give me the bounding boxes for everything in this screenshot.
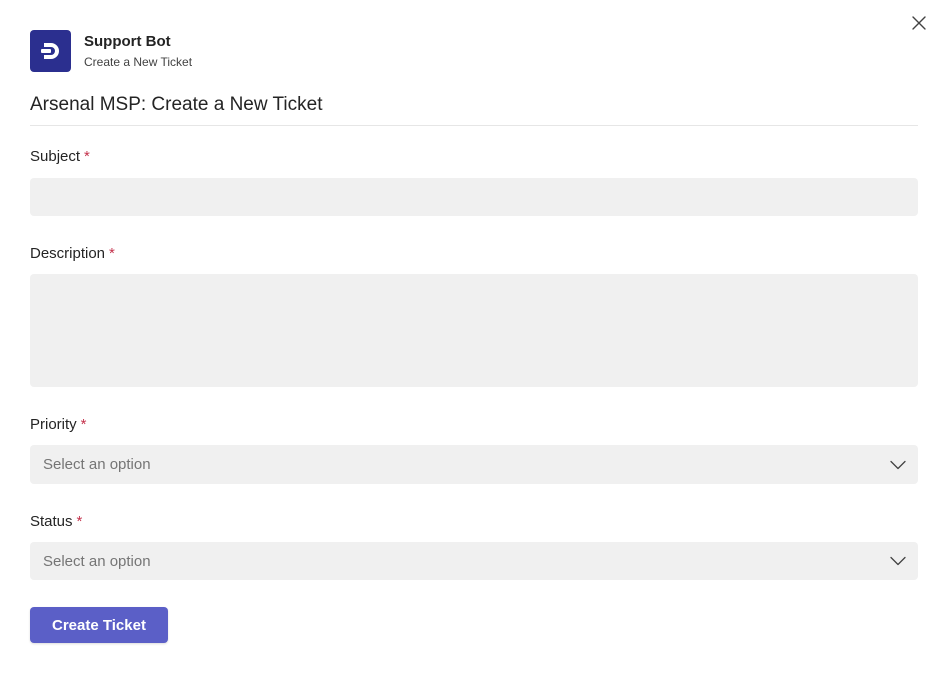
status-label: Status * (30, 512, 82, 532)
app-meta: Support Bot Create a New Ticket (84, 32, 192, 71)
priority-label: Priority * (30, 415, 87, 435)
close-button[interactable] (908, 12, 930, 34)
status-label-text: Status (30, 513, 73, 530)
required-marker: * (76, 513, 83, 530)
app-name: Support Bot (84, 32, 171, 50)
status-placeholder: Select an option (43, 552, 151, 570)
chevron-down-icon (890, 556, 906, 566)
close-icon (912, 16, 926, 30)
form-title: Arsenal MSP: Create a New Ticket (30, 94, 323, 115)
chevron-down-icon (890, 460, 906, 469)
subject-input[interactable] (30, 178, 918, 216)
required-marker: * (80, 416, 87, 433)
description-label: Description * (30, 244, 115, 264)
required-marker: * (84, 148, 90, 165)
description-textarea[interactable] (30, 274, 918, 387)
header-divider (30, 125, 918, 126)
subject-label: Subject * (30, 147, 90, 167)
priority-select[interactable]: Select an option (30, 445, 918, 484)
create-ticket-button[interactable]: Create Ticket (30, 607, 168, 643)
app-header: Support Bot Create a New Ticket (30, 30, 192, 72)
subject-label-text: Subject (30, 148, 81, 165)
status-select[interactable]: Select an option (30, 542, 918, 580)
required-marker: * (109, 245, 115, 262)
priority-label-text: Priority (30, 416, 77, 433)
app-subtitle: Create a New Ticket (84, 54, 193, 69)
description-label-text: Description (30, 245, 106, 262)
create-ticket-dialog: Support Bot Create a New Ticket Arsenal … (0, 0, 945, 688)
priority-placeholder: Select an option (43, 456, 151, 473)
support-bot-logo-icon (30, 30, 71, 72)
